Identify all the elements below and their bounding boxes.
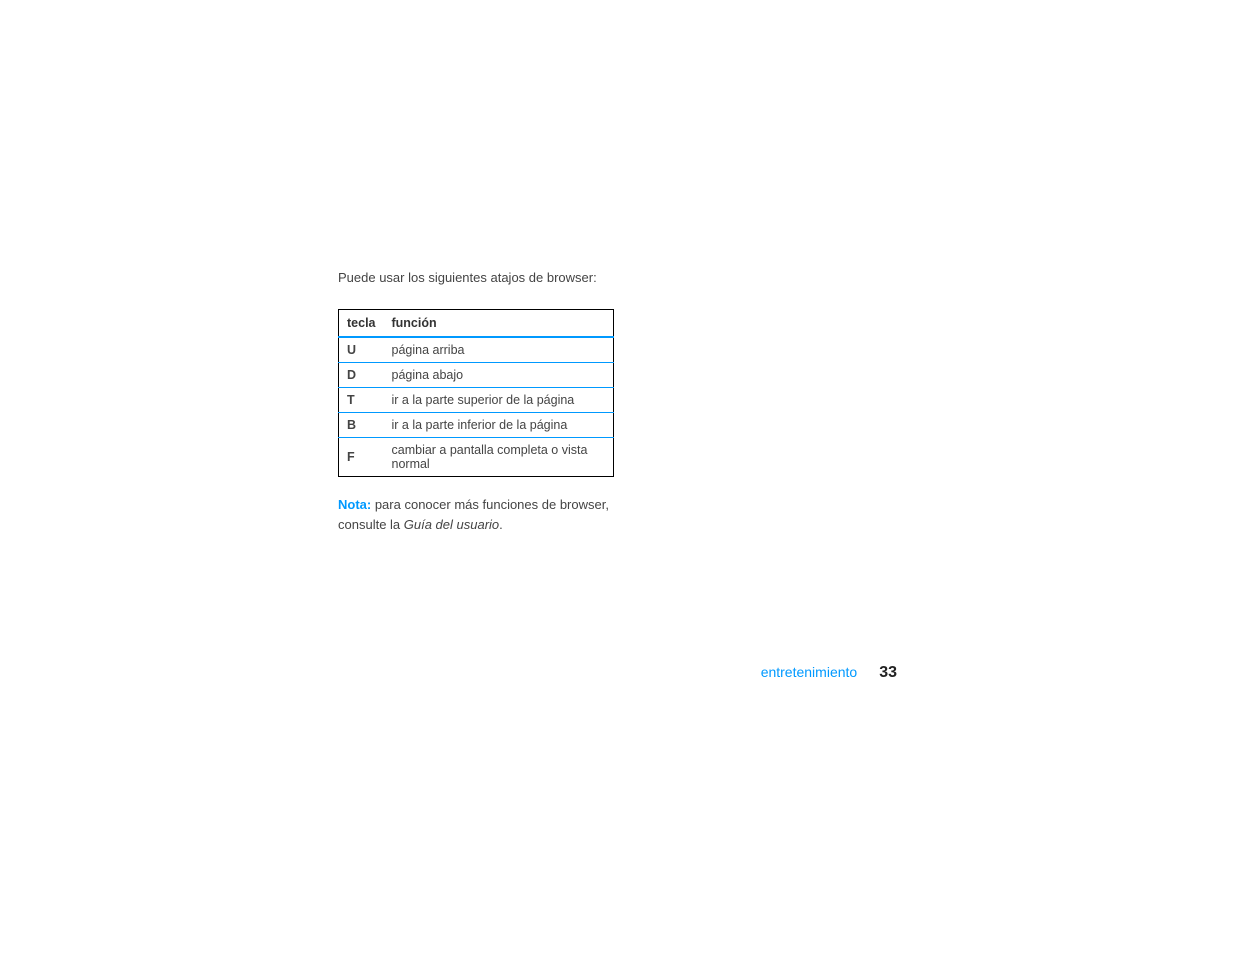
table-header-row: tecla función xyxy=(339,310,614,338)
note-label: Nota: xyxy=(338,497,371,512)
footer-page-number: 33 xyxy=(879,664,897,682)
footer-section-label: entretenimiento xyxy=(761,664,858,680)
key-cell: D xyxy=(339,363,384,388)
header-func: función xyxy=(384,310,614,338)
func-cell: ir a la parte superior de la página xyxy=(384,388,614,413)
header-key: tecla xyxy=(339,310,384,338)
table-row: B ir a la parte inferior de la página xyxy=(339,413,614,438)
func-cell: ir a la parte inferior de la página xyxy=(384,413,614,438)
func-cell: página arriba xyxy=(384,337,614,363)
note-paragraph: Nota: para conocer más funciones de brow… xyxy=(338,495,618,534)
func-cell: cambiar a pantalla completa o vista norm… xyxy=(384,438,614,477)
key-cell: F xyxy=(339,438,384,477)
note-text-2: . xyxy=(499,517,503,532)
table-row: D página abajo xyxy=(339,363,614,388)
key-cell: T xyxy=(339,388,384,413)
key-cell: U xyxy=(339,337,384,363)
page-footer: entretenimiento 33 xyxy=(761,664,897,682)
shortcuts-table: tecla función U página arriba D página a… xyxy=(338,309,614,477)
func-cell: página abajo xyxy=(384,363,614,388)
table-row: U página arriba xyxy=(339,337,614,363)
page-content: Puede usar los siguientes atajos de brow… xyxy=(338,270,898,534)
key-cell: B xyxy=(339,413,384,438)
table-row: F cambiar a pantalla completa o vista no… xyxy=(339,438,614,477)
table-row: T ir a la parte superior de la página xyxy=(339,388,614,413)
intro-text: Puede usar los siguientes atajos de brow… xyxy=(338,270,898,285)
note-guide: Guía del usuario xyxy=(404,517,499,532)
